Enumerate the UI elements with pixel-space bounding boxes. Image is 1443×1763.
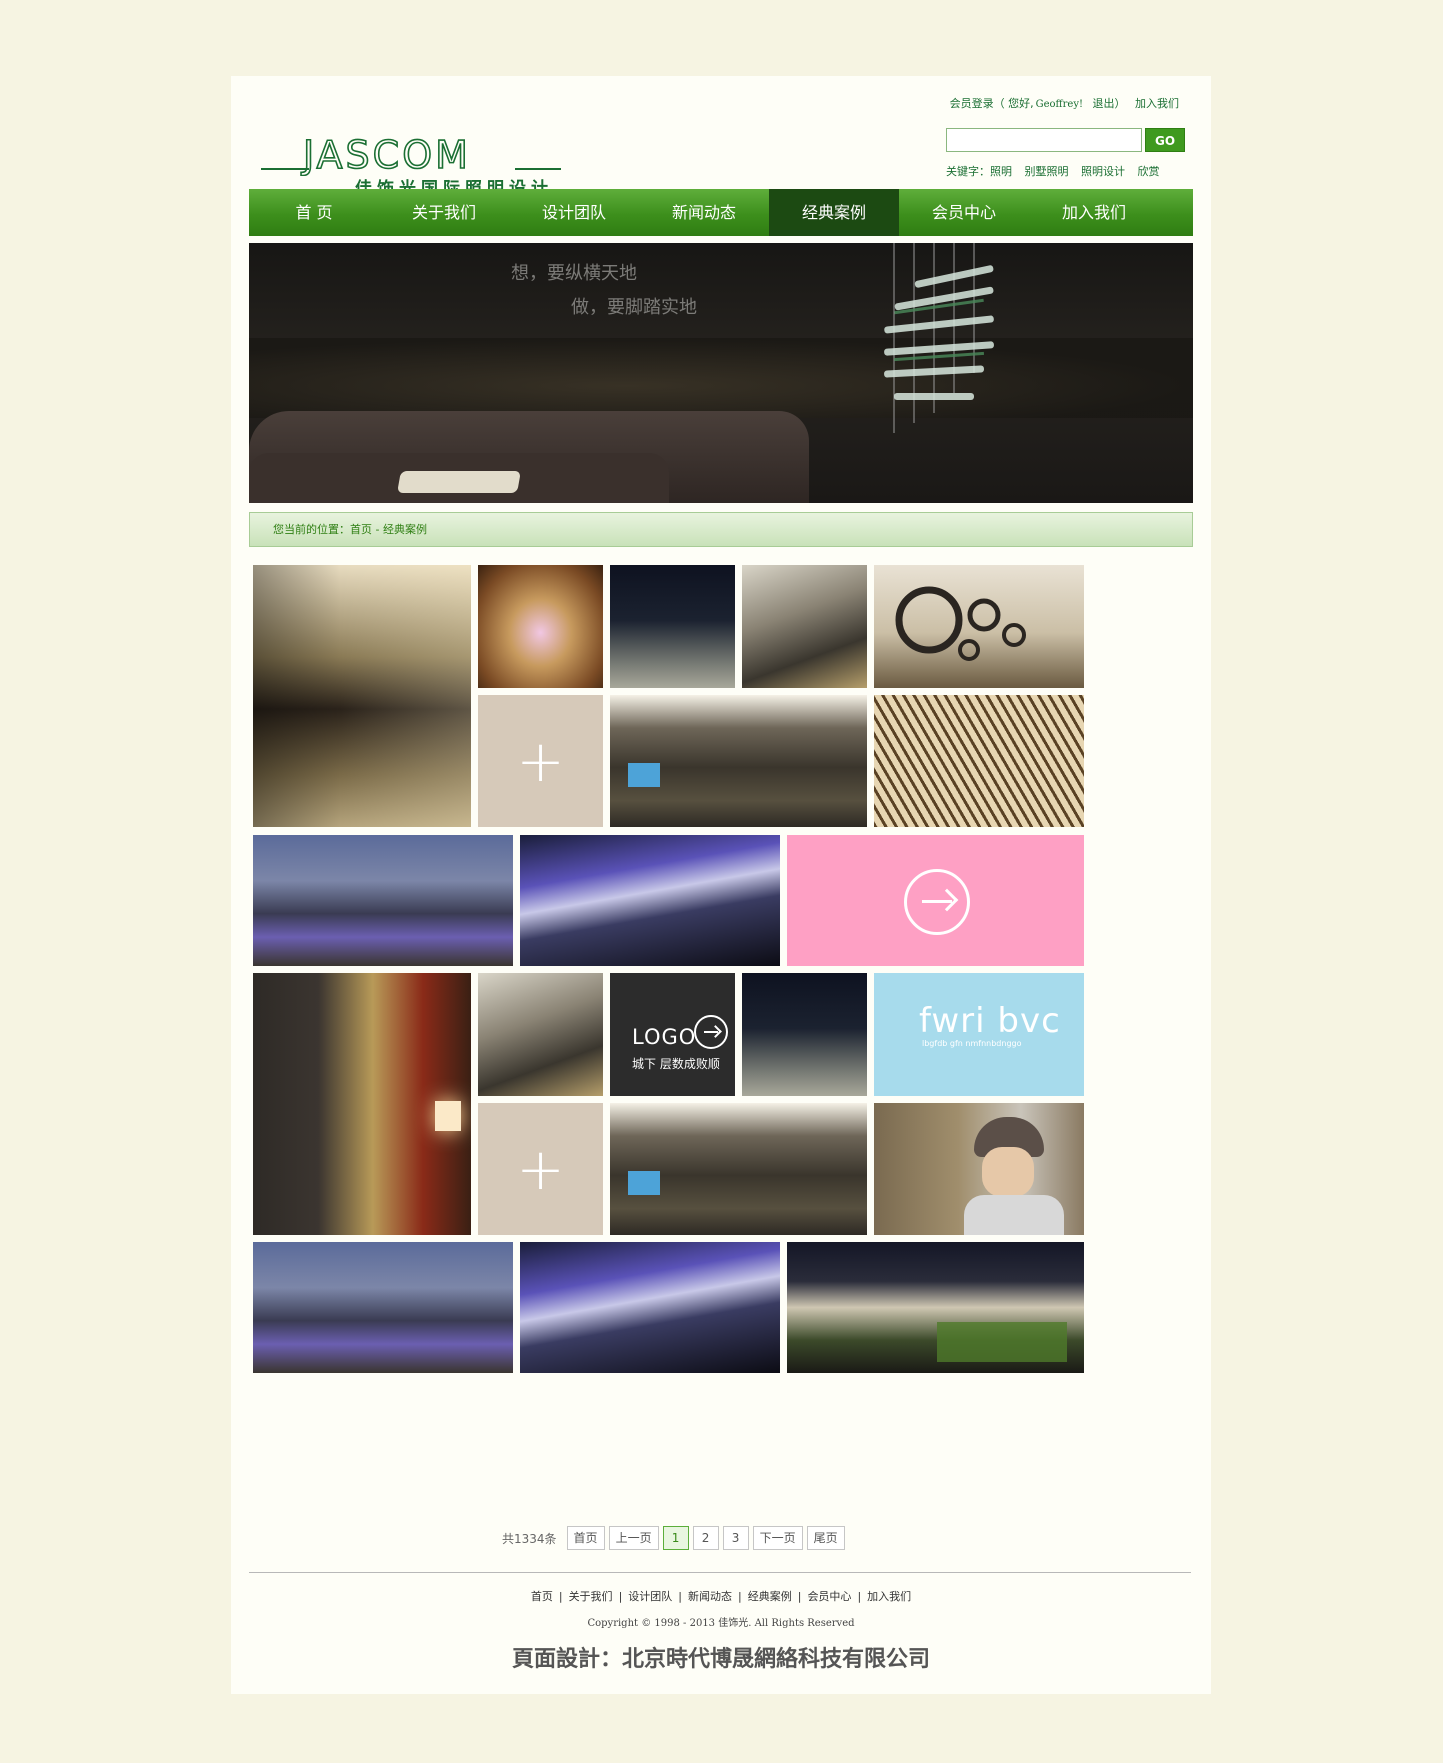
keyword-link[interactable]: 欣赏 xyxy=(1138,165,1160,178)
total-count: 共1334条 xyxy=(502,1531,557,1546)
pagination: 共1334条 首页 上一页 1 2 3 下一页 尾页 xyxy=(502,1526,849,1550)
logout-link[interactable]: 退出 xyxy=(1093,97,1115,110)
footer-link-members[interactable]: 会员中心 xyxy=(807,1590,851,1603)
main-nav: 首 页 关于我们 设计团队 新闻动态 经典案例 会员中心 加入我们 xyxy=(249,189,1193,236)
nav-item-join[interactable]: 加入我们 xyxy=(1029,189,1159,236)
page-next-button[interactable]: 下一页 xyxy=(752,1526,803,1550)
footer-link-about[interactable]: 关于我们 xyxy=(569,1590,613,1603)
case-image-mall-atrium-2[interactable] xyxy=(478,973,603,1096)
top-links: 会员登录（ 您好, Geoffrey! 退出） 加入我们 xyxy=(944,95,1179,111)
arrow-right-icon[interactable] xyxy=(903,868,970,935)
footer-link-cases[interactable]: 经典案例 xyxy=(748,1590,792,1603)
keywords-label: 关键字： xyxy=(946,165,990,178)
member-login-link[interactable]: 会员登录（ 您好, xyxy=(950,97,1034,110)
close-paren: ） xyxy=(1114,97,1126,110)
case-image-rooftop-pool[interactable] xyxy=(787,1242,1084,1373)
case-image-seaside-plaza[interactable] xyxy=(253,835,513,966)
logo-wordmark: JASCOM xyxy=(301,133,471,176)
footer-link-join[interactable]: 加入我们 xyxy=(867,1590,911,1603)
case-image-night-promenade[interactable] xyxy=(610,565,735,688)
case-image-curved-building[interactable] xyxy=(520,835,780,966)
page-first-button[interactable]: 首页 xyxy=(566,1526,605,1550)
breadcrumb-text: 您当前的位置：首页 - 经典案例 xyxy=(273,523,427,536)
case-image-curved-building-2[interactable] xyxy=(520,1242,780,1373)
logo-tile-text: LOGO xyxy=(632,1025,697,1049)
nav-item-home[interactable]: 首 页 xyxy=(249,189,379,236)
case-image-corridor[interactable] xyxy=(253,973,471,1235)
fwri-tile-subtitle: lbgfdb gfn nmfnnbdnggo xyxy=(922,1039,1022,1048)
search-input[interactable] xyxy=(946,128,1142,152)
fwri-tile-text: fwri bvc xyxy=(919,1001,1061,1041)
user-name: Geoffrey! xyxy=(1035,99,1083,110)
page-number-button[interactable]: 2 xyxy=(692,1526,719,1550)
page-last-button[interactable]: 尾页 xyxy=(806,1526,845,1550)
hero-banner: 想，要纵横天地 做，要脚踏实地 xyxy=(249,243,1193,503)
page-prev-button[interactable]: 上一页 xyxy=(608,1526,659,1550)
logo-tile-subtitle: 城下 层数成败顺 xyxy=(632,1057,720,1071)
case-image-night-promenade-2[interactable] xyxy=(742,973,867,1096)
site-logo[interactable]: JASCOM 佳饰光国际照明设计 xyxy=(261,106,561,199)
nav-item-cases[interactable]: 经典案例 xyxy=(769,189,899,236)
plus-icon[interactable]: + xyxy=(516,732,565,790)
logo-graphic: JASCOM xyxy=(261,132,561,176)
banner-city-lights xyxy=(249,338,1193,418)
chandelier-graphic xyxy=(884,243,994,433)
keywords-bar: 关键字：照明 别墅照明 照明设计 欣赏 xyxy=(946,163,1169,179)
nav-item-news[interactable]: 新闻动态 xyxy=(639,189,769,236)
footer-link-team[interactable]: 设计团队 xyxy=(628,1590,672,1603)
keyword-link[interactable]: 照明设计 xyxy=(1081,165,1125,178)
nav-item-team[interactable]: 设计团队 xyxy=(509,189,639,236)
search-go-button[interactable]: GO xyxy=(1145,128,1185,152)
next-page-tile[interactable] xyxy=(787,835,1084,966)
page-number-button[interactable]: 1 xyxy=(662,1526,689,1550)
page-container: JASCOM 佳饰光国际照明设计 会员登录（ 您好,Geoffrey! 退出） … xyxy=(231,76,1211,1694)
page-number-button[interactable]: 3 xyxy=(722,1526,749,1550)
nav-item-about[interactable]: 关于我们 xyxy=(379,189,509,236)
arrow-right-icon xyxy=(694,1015,728,1049)
banner-slogan-line2: 做，要脚踏实地 xyxy=(571,297,697,318)
plus-icon[interactable]: + xyxy=(516,1140,565,1198)
design-credit: 頁面設計：北京時代博晟網絡科技有限公司 xyxy=(511,1647,930,1672)
logo-promo-tile[interactable]: LOGO 城下 层数成败顺 xyxy=(610,973,735,1096)
more-cases-tile-2[interactable]: + xyxy=(478,1103,603,1235)
case-image-hotel-lobby[interactable] xyxy=(478,565,603,688)
case-image-restaurant-interior[interactable] xyxy=(253,565,471,827)
ring-lights-graphic xyxy=(895,586,1026,661)
copyright: Copyright © 1998 - 2013 佳饰光. All Rights … xyxy=(587,1618,855,1629)
footer-link-home[interactable]: 首页 xyxy=(531,1590,553,1603)
fwri-promo-tile[interactable]: fwri bvc lbgfdb gfn nmfnnbdnggo xyxy=(874,973,1084,1096)
keyword-link[interactable]: 别墅照明 xyxy=(1025,165,1069,178)
footer-link-news[interactable]: 新闻动态 xyxy=(688,1590,732,1603)
breadcrumb: 您当前的位置：首页 - 经典案例 xyxy=(249,512,1193,547)
more-cases-tile[interactable]: + xyxy=(478,695,603,827)
banner-blanket xyxy=(397,471,521,493)
nav-item-members[interactable]: 会员中心 xyxy=(899,189,1029,236)
footer-links: 首页 | 关于我们 | 设计团队 | 新闻动态 | 经典案例 | 会员中心 | 加入我们 xyxy=(530,1590,912,1603)
case-image-dining-hall-2[interactable] xyxy=(610,1103,867,1235)
join-link[interactable]: 加入我们 xyxy=(1135,97,1179,110)
case-image-mall-atrium[interactable] xyxy=(742,565,867,688)
keyword-link[interactable]: 照明 xyxy=(990,165,1012,178)
case-image-ring-lights[interactable] xyxy=(874,565,1084,688)
case-image-portrait[interactable] xyxy=(874,1103,1084,1235)
case-image-seaside-plaza-2[interactable] xyxy=(253,1242,513,1373)
case-image-lattice-screen[interactable] xyxy=(874,695,1084,827)
case-image-dining-hall[interactable] xyxy=(610,695,867,827)
banner-slogan-line1: 想，要纵横天地 xyxy=(511,263,637,284)
footer-divider xyxy=(249,1572,1191,1573)
